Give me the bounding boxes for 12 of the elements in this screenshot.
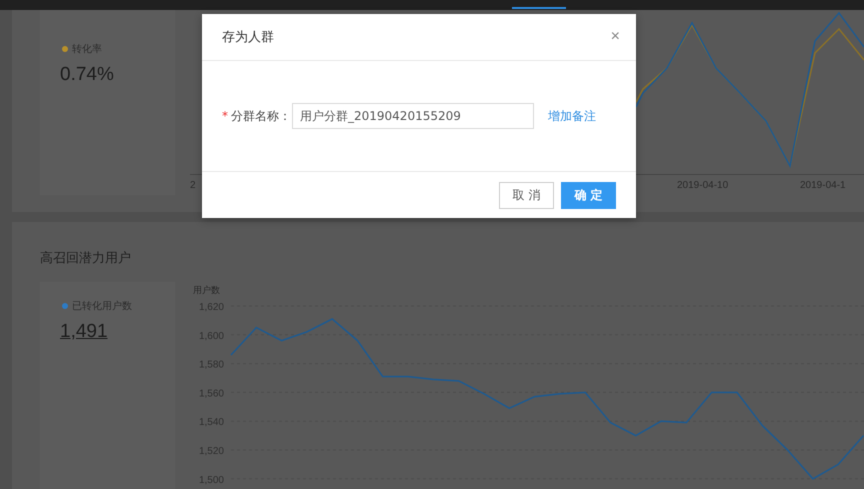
stat-value[interactable]: 1,491	[40, 321, 108, 343]
section-title: 高召回潜力用户	[39, 250, 132, 267]
tab-indicator	[512, 7, 566, 9]
dialog-button[interactable]: 取 消	[499, 182, 554, 208]
field-label: 分群名称：	[231, 108, 291, 124]
dialog-title: 存为人群	[222, 29, 274, 46]
close-button[interactable]: ×	[608, 28, 622, 46]
dialog-button[interactable]: 确 定	[561, 182, 616, 208]
add-note-link[interactable]: 增加备注	[548, 108, 596, 124]
stat-value: 0.74%	[59, 64, 114, 86]
required-mark: *	[222, 109, 228, 123]
input-field[interactable]: 用户分群_20190420155209	[292, 103, 534, 129]
